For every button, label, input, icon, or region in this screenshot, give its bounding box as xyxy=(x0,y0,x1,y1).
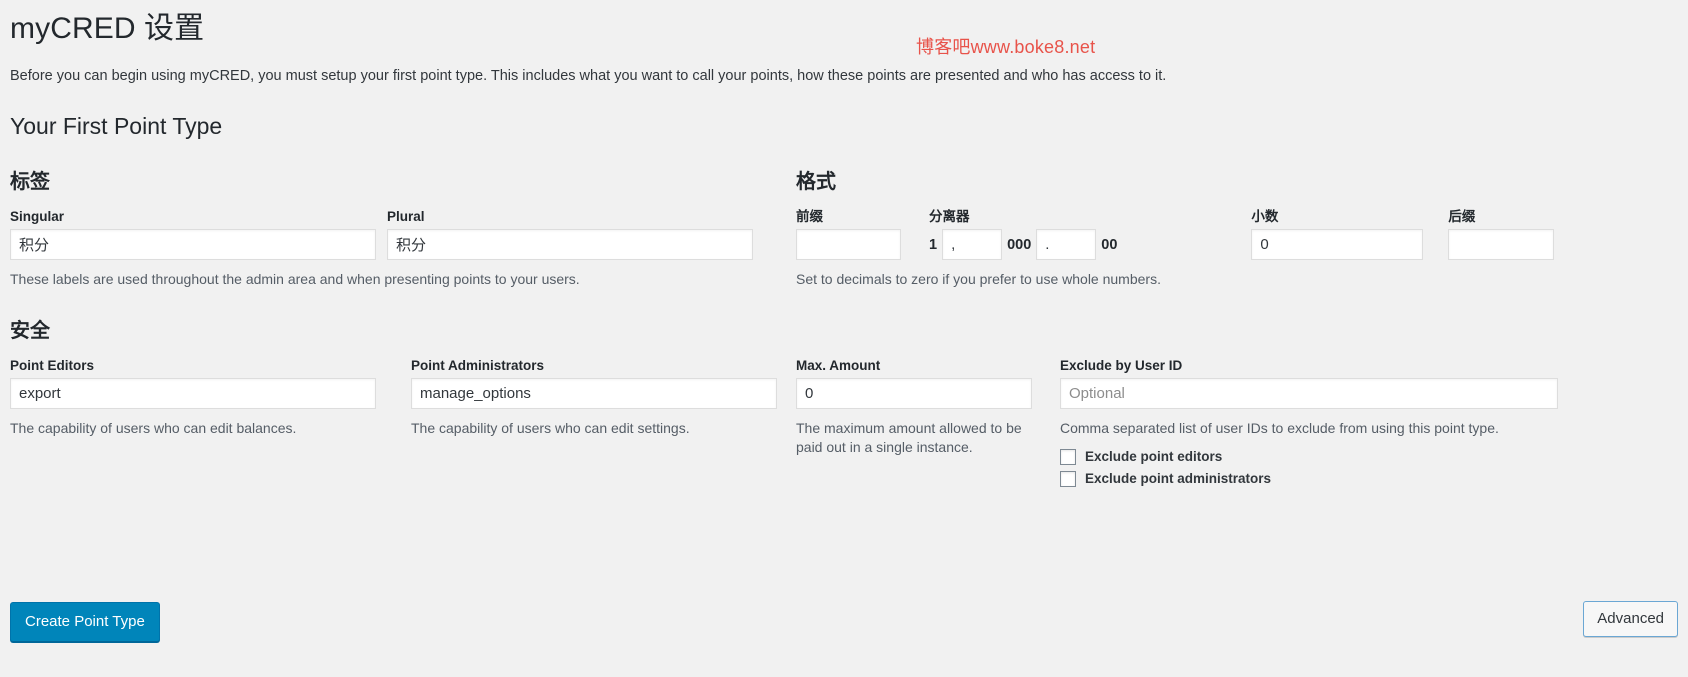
separator-field: 分离器 1 000 00 xyxy=(929,209,1122,261)
decimal-separator-input[interactable] xyxy=(1036,229,1097,261)
separator-literal-thousand: 000 xyxy=(1007,236,1032,253)
decimals-label: 小数 xyxy=(1251,209,1279,225)
separator-label: 分离器 xyxy=(929,209,970,225)
security-right-descriptions: The maximum amount allowed to be paid ou… xyxy=(796,409,1678,487)
singular-field: Singular xyxy=(10,209,376,261)
point-editors-description: The capability of users who can edit bal… xyxy=(10,420,297,437)
separator-literal-one: 1 xyxy=(929,236,938,253)
page-title: myCRED 设置 xyxy=(10,12,205,45)
exclude-by-user-id-field: Exclude by User ID xyxy=(1060,358,1558,410)
point-administrators-input[interactable] xyxy=(411,378,777,410)
security-group-title: 安全 xyxy=(10,320,50,343)
format-description: Set to decimals to zero if you prefer to… xyxy=(796,271,1161,288)
thousands-separator-input[interactable] xyxy=(942,229,1003,261)
suffix-input[interactable] xyxy=(1448,229,1555,261)
exclude-point-administrators-label: Exclude point administrators xyxy=(1085,470,1272,486)
security-right-fields: Max. Amount Exclude by User ID xyxy=(796,343,1678,410)
point-editors-label: Point Editors xyxy=(10,358,94,374)
security-left-descriptions: The capability of users who can edit bal… xyxy=(10,409,796,438)
exclude-point-editors-label: Exclude point editors xyxy=(1085,449,1223,465)
separator-row: 1 000 00 xyxy=(929,229,1122,261)
max-amount-input[interactable] xyxy=(796,378,1032,410)
suffix-field: 后缀 xyxy=(1448,209,1555,261)
exclude-point-editors-checkbox[interactable] xyxy=(1060,449,1076,466)
format-fields: 前缀 分离器 1 000 00 小数 xyxy=(796,194,1678,261)
labels-format-row: 标签 Singular Plural These labels are used… xyxy=(10,142,1678,289)
exclude-block: Comma separated list of user IDs to excl… xyxy=(1060,409,1558,487)
point-administrators-label: Point Administrators xyxy=(411,358,545,374)
footer-actions: Create Point Type Advanced xyxy=(10,581,1678,677)
labels-description: These labels are used throughout the adm… xyxy=(10,271,580,288)
prefix-field: 前缀 xyxy=(796,209,901,261)
max-amount-field: Max. Amount xyxy=(796,358,1032,410)
exclude-by-user-id-input[interactable] xyxy=(1060,378,1558,410)
security-row: Point Editors Point Administrators The c… xyxy=(10,343,1678,487)
singular-label: Singular xyxy=(10,209,65,225)
security-left: Point Editors Point Administrators The c… xyxy=(10,343,796,486)
point-editors-field: Point Editors xyxy=(10,358,376,410)
format-group: 格式 前缀 分离器 1 000 00 xyxy=(796,170,1678,289)
plural-input[interactable] xyxy=(387,229,753,261)
exclude-point-administrators-checkbox[interactable] xyxy=(1060,470,1076,487)
labels-group-title: 标签 xyxy=(10,171,50,194)
settings-page: myCRED 设置 博客吧www.boke8.net Before you ca… xyxy=(0,0,1688,677)
security-section: 安全 Point Editors Point Administrators Th… xyxy=(10,289,1678,487)
format-group-title: 格式 xyxy=(796,171,836,194)
prefix-input[interactable] xyxy=(796,229,901,261)
security-left-fields: Point Editors Point Administrators xyxy=(10,343,796,410)
separator-literal-hundredths: 00 xyxy=(1101,236,1118,253)
prefix-label: 前缀 xyxy=(796,209,823,225)
max-amount-description: The maximum amount allowed to be paid ou… xyxy=(796,420,1022,456)
plural-label: Plural xyxy=(387,209,425,225)
point-administrators-description: The capability of users who can edit set… xyxy=(411,420,690,437)
exclude-point-editors-row[interactable]: Exclude point editors xyxy=(1060,449,1558,466)
create-point-type-button[interactable]: Create Point Type xyxy=(10,602,160,642)
watermark-text: 博客吧www.boke8.net xyxy=(916,37,1096,57)
point-editors-input[interactable] xyxy=(10,378,376,410)
max-amount-label: Max. Amount xyxy=(796,358,881,374)
decimals-input[interactable] xyxy=(1251,229,1424,261)
section-title-first-point-type: Your First Point Type xyxy=(10,113,223,140)
exclude-point-administrators-row[interactable]: Exclude point administrators xyxy=(1060,471,1558,487)
exclude-by-user-id-label: Exclude by User ID xyxy=(1060,358,1183,374)
labels-group: 标签 Singular Plural These labels are used… xyxy=(10,170,796,289)
singular-input[interactable] xyxy=(10,229,376,261)
plural-field: Plural xyxy=(387,209,753,261)
exclude-by-user-id-description: Comma separated list of user IDs to excl… xyxy=(1060,420,1499,437)
security-right: Max. Amount Exclude by User ID The maxim… xyxy=(796,343,1678,487)
decimals-field: 小数 xyxy=(1251,209,1424,261)
suffix-label: 后缀 xyxy=(1448,209,1476,225)
intro-text: Before you can begin using myCRED, you m… xyxy=(10,68,1167,84)
advanced-button[interactable]: Advanced xyxy=(1583,601,1678,637)
labels-fields: Singular Plural xyxy=(10,194,796,261)
point-administrators-field: Point Administrators xyxy=(411,358,777,410)
